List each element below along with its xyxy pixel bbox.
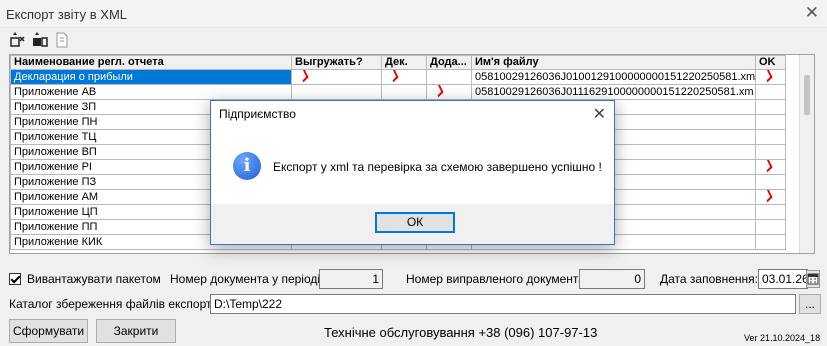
- cell-dec-check[interactable]: [381, 69, 427, 85]
- cell-export-check[interactable]: [291, 84, 382, 100]
- column-header-export[interactable]: Выгружать?: [291, 55, 382, 70]
- check-mark-icon: [763, 162, 775, 170]
- cell-ok-check[interactable]: [755, 174, 786, 190]
- column-header-add[interactable]: Дода...: [426, 55, 472, 70]
- title-bar: Експорт звіту в XML ✕: [0, 0, 827, 28]
- doc-number-field[interactable]: 1: [319, 269, 383, 289]
- dialog-body: i Експорт у xml та перевірка за схемою з…: [211, 127, 614, 204]
- cell-dec-check[interactable]: [381, 84, 427, 100]
- toolbar: [10, 32, 70, 48]
- info-dialog: Підприємство ✕ i Експорт у xml та переві…: [210, 100, 615, 245]
- cell-report-name[interactable]: Декларация о прибыли: [10, 69, 292, 85]
- dialog-header: Підприємство ✕: [211, 101, 614, 127]
- corrected-doc-field[interactable]: 0: [579, 269, 645, 289]
- cell-ok-check[interactable]: [755, 129, 786, 145]
- check-mark-icon: [763, 192, 775, 200]
- deselect-all-icon[interactable]: [32, 32, 48, 48]
- cell-filename[interactable]: 05810029126036J0111629100000000151220250…: [471, 84, 756, 100]
- check-mark-icon: [434, 87, 446, 95]
- cell-ok-check[interactable]: [755, 234, 786, 250]
- form-button[interactable]: Сформувати: [9, 319, 88, 343]
- package-checkbox[interactable]: [9, 273, 21, 285]
- corrected-doc-label: Номер виправленого документа:: [406, 272, 589, 286]
- column-header-name[interactable]: Наименование регл. отчета: [10, 55, 292, 70]
- cell-ok-check[interactable]: [755, 69, 786, 85]
- dialog-close-icon[interactable]: ✕: [593, 104, 606, 124]
- table-row[interactable]: Приложение АВ 05810029126036J011162910000…: [10, 84, 786, 100]
- package-label: Вивантажувати пакетом: [27, 272, 161, 286]
- catalog-label: Каталог збереження файлів експорту:: [9, 297, 221, 311]
- cell-ok-check[interactable]: [755, 219, 786, 235]
- version-text: Ver 21.10.2024_18: [744, 333, 821, 343]
- table-row[interactable]: Декларация о прибыли 05810029126036J01001…: [10, 69, 786, 85]
- check-mark-icon: [389, 72, 401, 80]
- column-header-filename[interactable]: Им'я файлу: [471, 55, 756, 70]
- cell-filename[interactable]: 05810029126036J0100129100000000151220250…: [471, 69, 756, 85]
- close-button[interactable]: Закрити: [96, 319, 176, 343]
- fill-date-field[interactable]: 03.01.26: [758, 269, 809, 289]
- check-mark-icon: [763, 72, 775, 80]
- dialog-title: Підприємство: [219, 107, 296, 121]
- document-icon[interactable]: [54, 32, 70, 48]
- cell-add-check[interactable]: [426, 84, 472, 100]
- cell-ok-check[interactable]: [755, 189, 786, 205]
- dialog-message: Експорт у xml та перевірка за схемою зав…: [273, 160, 602, 174]
- column-header-dec[interactable]: Дек.: [381, 55, 427, 70]
- browse-button[interactable]: ...: [799, 294, 821, 314]
- doc-number-label: Номер документа у періоді:: [170, 272, 324, 286]
- cell-ok-check[interactable]: [755, 204, 786, 220]
- cell-ok-check[interactable]: [755, 114, 786, 130]
- calendar-icon[interactable]: [806, 270, 820, 288]
- scrollbar-thumb[interactable]: [804, 75, 810, 115]
- cell-ok-check[interactable]: [755, 144, 786, 160]
- support-text: Технічне обслуговування +38 (096) 107-97…: [324, 325, 598, 340]
- close-icon[interactable]: ✕: [805, 3, 819, 23]
- catalog-path-field[interactable]: D:\Temp\222: [210, 294, 796, 314]
- ok-button[interactable]: ОК: [375, 212, 455, 233]
- info-icon: i: [233, 152, 261, 180]
- cell-add-check[interactable]: [426, 69, 472, 85]
- fill-date-label: Дата заповнення:: [660, 272, 759, 286]
- cell-ok-check[interactable]: [755, 99, 786, 115]
- cell-ok-check[interactable]: [755, 159, 786, 175]
- check-mark-icon: [299, 72, 311, 80]
- select-all-icon[interactable]: [10, 32, 26, 48]
- grid-scrollbar[interactable]: [799, 55, 814, 253]
- column-header-ok[interactable]: OK: [755, 55, 786, 70]
- cell-export-check[interactable]: [291, 69, 382, 85]
- grid-header: Наименование регл. отчета Выгружать? Дек…: [10, 55, 786, 70]
- cell-ok-check[interactable]: [755, 84, 786, 100]
- window-title: Експорт звіту в XML: [6, 7, 127, 22]
- cell-report-name[interactable]: Приложение АВ: [10, 84, 292, 100]
